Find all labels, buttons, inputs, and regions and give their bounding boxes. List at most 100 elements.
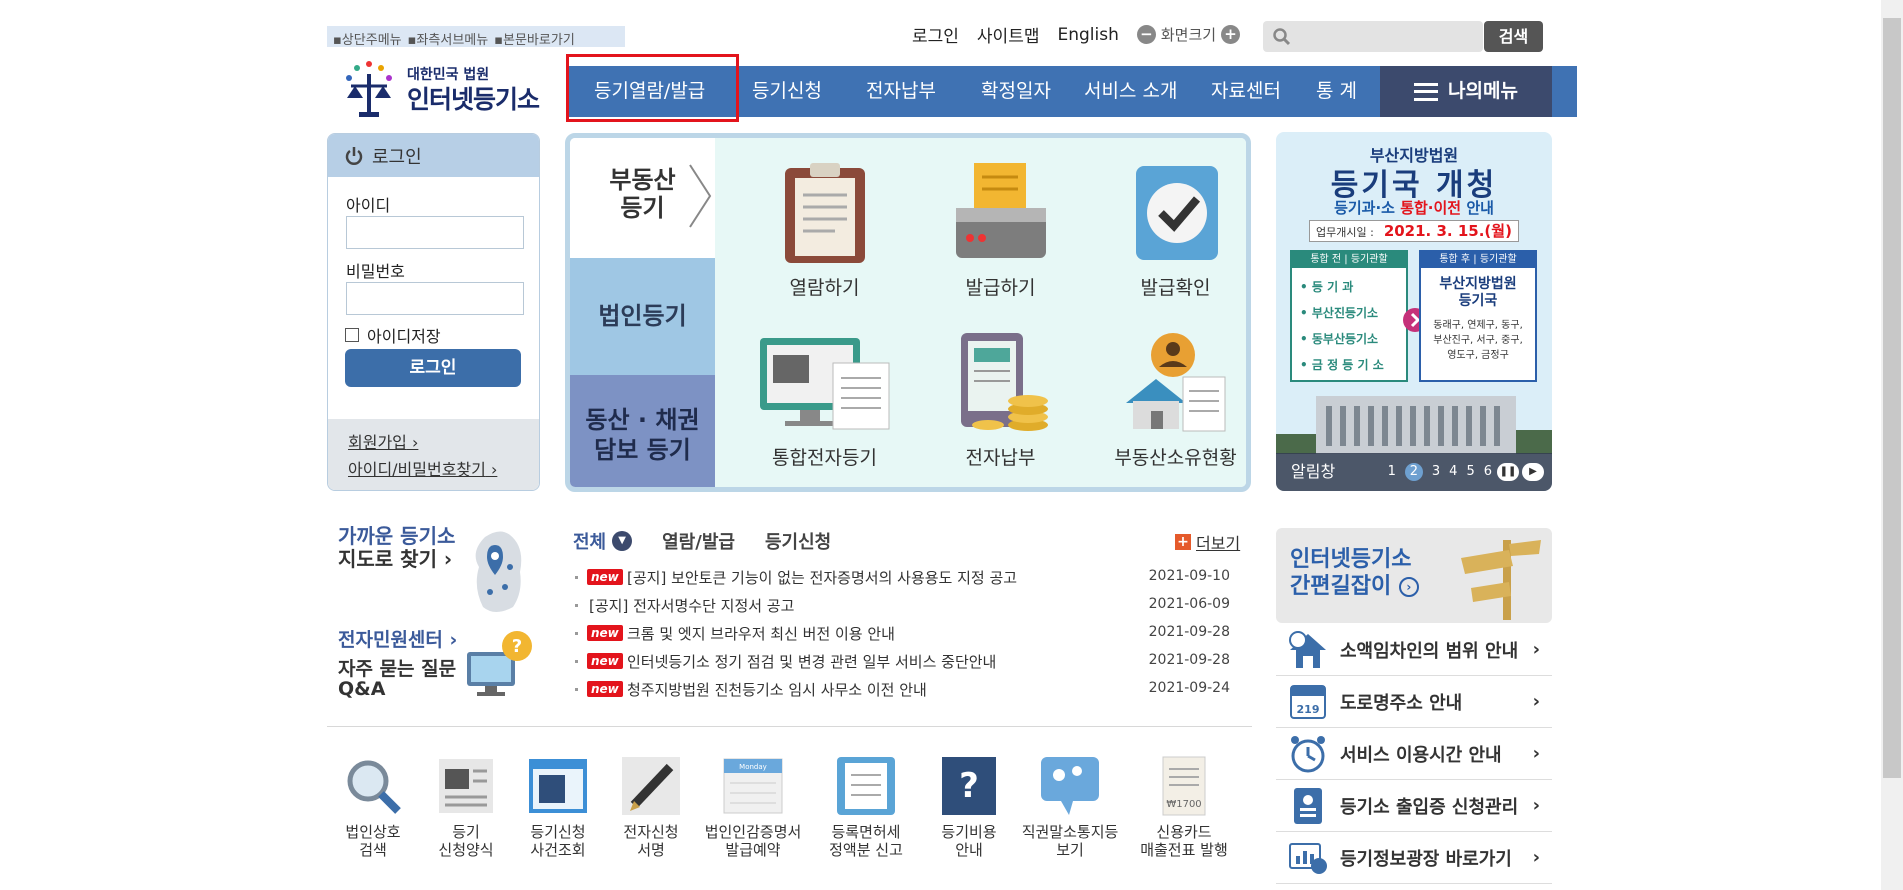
faq-link[interactable]: 자주 묻는 질문 Q&A — [338, 659, 456, 699]
easy-guide-banner[interactable]: 인터넷등기소 간편길잡이 › — [1276, 528, 1552, 623]
tab-view-issue[interactable]: 열람/발급 — [662, 528, 735, 554]
easy-guide-line2: 간편길잡이 — [1290, 574, 1392, 599]
link-registry-data-plaza[interactable]: 등기정보광장 바로가기 › — [1276, 832, 1552, 884]
banner-controls: ❚❚ ▶ — [1497, 463, 1544, 481]
tab-registration[interactable]: 등기신청 — [765, 528, 831, 554]
bullet — [575, 604, 578, 607]
banner-page-current[interactable]: 2 — [1404, 463, 1423, 481]
news-date: 2021-09-28 — [1148, 624, 1230, 640]
tab-movable-assets[interactable]: 동산 · 채권 담보 등기 — [570, 375, 715, 487]
quick-label: 등록면허세 — [831, 823, 901, 841]
courthouse-image — [1276, 384, 1552, 454]
new-badge: new — [587, 681, 623, 697]
quick-e-signature[interactable]: 전자신청 서명 — [596, 755, 706, 859]
signpost-icon — [1461, 540, 1541, 620]
logo[interactable]: 대한민국 법원 인터넷등기소 — [335, 56, 545, 120]
find-account-label: 아이디/비밀번호찾기 — [348, 460, 486, 479]
more-link[interactable]: + 더보기 — [1175, 530, 1240, 554]
tab-corporate[interactable]: 법인등기 — [570, 258, 715, 375]
civil-center-link[interactable]: 전자민원센터 › — [338, 625, 457, 652]
news-date: 2021-09-10 — [1148, 568, 1230, 584]
banner-before-item: • 부산진등기소 — [1300, 306, 1379, 320]
help-monitor-icon: ? — [467, 631, 532, 696]
tab-all[interactable]: 전체 ▼ — [573, 528, 633, 554]
quick-cancellation-notice[interactable]: 직권말소통지등 보기 — [1015, 755, 1125, 859]
banner-pager: 1 2 3 4 5 6 — [1388, 453, 1492, 491]
util-sitemap-link[interactable]: 사이트맵 — [977, 22, 1040, 47]
quick-card-receipt[interactable]: ₩1700 신용카드 매출전표 발행 — [1129, 755, 1239, 859]
news-item[interactable]: [공지] 전자서명수단 지정서 공고 2021-06-09 — [575, 592, 1230, 620]
service-issue[interactable]: 발급하기 — [913, 163, 1088, 300]
util-english-link[interactable]: English — [1057, 25, 1118, 45]
service-view[interactable]: 열람하기 — [737, 163, 912, 300]
service-verify[interactable]: 발급확인 — [1088, 163, 1246, 300]
service-integrated-eregistry[interactable]: 통합전자등기 — [737, 333, 912, 470]
house-won-icon — [1288, 630, 1328, 670]
zoom-in-icon[interactable]: + — [1221, 25, 1241, 44]
login-header: 로그인 — [328, 134, 539, 177]
service-epayment-label: 전자납부 — [965, 447, 1036, 469]
news-item[interactable]: new [공지] 보안토큰 기능이 없는 전자증명서의 사용용도 지정 공고 2… — [575, 564, 1230, 592]
pen-icon — [620, 755, 682, 817]
service-ownership-status[interactable]: 부동산소유현황 — [1088, 333, 1246, 470]
banner-page[interactable]: 6 — [1484, 453, 1492, 491]
service-epayment[interactable]: 전자납부 — [913, 333, 1088, 470]
korea-map-icon — [475, 531, 522, 612]
court-emblem-icon — [346, 61, 392, 117]
password-label: 비밀번호 — [346, 262, 405, 281]
link-access-pass[interactable]: 등기소 출입증 신청관리 › — [1276, 780, 1552, 832]
password-field[interactable] — [346, 282, 524, 315]
notice-banner[interactable]: 부산지방법원 등기국 개청 등기과·소 통합·이전 안내 업무개시일 :2021… — [1276, 132, 1552, 491]
link-road-address[interactable]: 219 도로명주소 안내 › — [1276, 676, 1552, 728]
news-item[interactable]: new 크롬 및 엣지 브라우저 최신 버전 이용 안내 2021-09-28 — [575, 620, 1230, 648]
near-registry-link[interactable]: 가까운 등기소 지도로 찾기 › — [338, 525, 455, 571]
quick-license-tax[interactable]: 등록면허세 정액분 신고 — [811, 755, 921, 859]
quick-seal-certificate-reservation[interactable]: Monday 법인인감증명서 발급예약 — [698, 755, 808, 859]
new-badge: new — [587, 625, 623, 641]
remember-id-checkbox[interactable] — [345, 328, 359, 342]
skip-link-body[interactable]: ▪본문바로가기 — [494, 33, 575, 48]
banner-page[interactable]: 4 — [1449, 453, 1457, 491]
news-item[interactable]: new 인터넷등기소 정기 점검 및 변경 관련 일부 서비스 중단안내 202… — [575, 648, 1230, 676]
quick-label: 법인인감증명서 — [704, 823, 802, 841]
pause-icon[interactable]: ❚❚ — [1497, 463, 1519, 481]
nav-item-service-intro[interactable]: 서비스 소개 — [1084, 66, 1177, 117]
printer-icon — [946, 163, 1056, 263]
nav-item-registration[interactable]: 등기신청 — [752, 66, 822, 117]
search-button[interactable]: 검색 — [1484, 21, 1543, 52]
news-tabs: 전체 ▼ 열람/발급 등기신청 — [573, 528, 831, 554]
nav-item-statistics[interactable]: 통 계 — [1316, 66, 1357, 117]
link-service-hours[interactable]: 서비스 이용시간 안내 › — [1276, 728, 1552, 780]
near-registry-line2: 지도로 찾기 › — [338, 547, 453, 571]
quick-fee-guide[interactable]: ? 등기비용 안내 — [914, 755, 1024, 859]
login-button[interactable]: 로그인 — [345, 349, 521, 387]
skip-link-left[interactable]: ▪좌측서브메뉴 — [408, 33, 489, 48]
quick-label: 서명 — [637, 841, 665, 859]
zoom-out-icon[interactable]: − — [1136, 25, 1156, 44]
banner-page[interactable]: 1 — [1388, 453, 1396, 491]
id-field[interactable] — [346, 216, 524, 249]
next-icon[interactable]: ▶ — [1522, 463, 1544, 481]
service-verify-label: 발급확인 — [1140, 277, 1211, 299]
nav-item-fixed-date[interactable]: 확정일자 — [981, 66, 1051, 117]
search-input[interactable] — [1297, 21, 1447, 50]
news-item[interactable]: new 청주지방법원 진천등기소 임시 사무소 이전 안내 2021-09-24 — [575, 676, 1230, 704]
banner-page[interactable]: 5 — [1466, 453, 1474, 491]
banner-page[interactable]: 3 — [1432, 453, 1440, 491]
link-small-tenant[interactable]: 소액임차인의 범위 안내 › — [1276, 624, 1552, 676]
nav-item-epayment[interactable]: 전자납부 — [866, 66, 936, 117]
screen-size-control: − 화면크기 + — [1136, 24, 1241, 45]
svg-text:?: ? — [959, 766, 979, 806]
quick-label: 신용카드 — [1156, 823, 1212, 841]
skip-link-top[interactable]: ▪상단주메뉴 — [333, 33, 402, 48]
join-link[interactable]: 회원가입 › — [348, 429, 539, 456]
scrollbar-thumb[interactable] — [1883, 18, 1901, 778]
my-menu-label: 나의메뉴 — [1448, 80, 1518, 102]
calendar-icon: Monday — [722, 755, 784, 817]
highlight-box — [566, 54, 739, 122]
find-account-link[interactable]: 아이디/비밀번호찾기 › — [348, 456, 539, 483]
util-login-link[interactable]: 로그인 — [912, 22, 959, 47]
my-menu-button[interactable]: 나의메뉴 — [1380, 66, 1552, 117]
nav-item-data-center[interactable]: 자료센터 — [1211, 66, 1281, 117]
monitor-document-icon — [755, 333, 895, 433]
